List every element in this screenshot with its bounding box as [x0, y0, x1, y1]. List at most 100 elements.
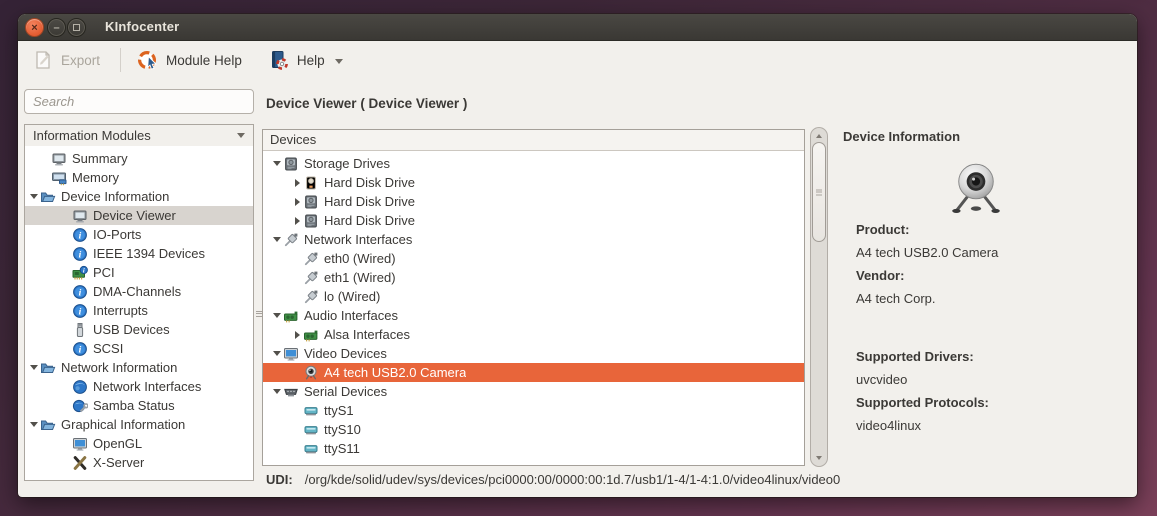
device-item-hard-disk-drive[interactable]: Hard Disk Drive [263, 192, 804, 211]
audio-card-icon [283, 308, 299, 324]
expander-closed-icon[interactable] [291, 198, 303, 206]
scroll-up-icon[interactable] [816, 134, 822, 138]
sidebar-item-device-information[interactable]: Device Information [25, 187, 253, 206]
device-item-label: A4 tech USB2.0 Camera [324, 365, 466, 380]
usb-icon [72, 322, 88, 338]
sidebar-item-summary[interactable]: Summary [25, 149, 253, 168]
pci-icon: i [72, 265, 88, 281]
sidebar-item-pci[interactable]: iPCI [25, 263, 253, 282]
device-item-item[interactable] [263, 458, 804, 463]
device-item-serial-devices[interactable]: Serial Devices [263, 382, 804, 401]
expander-open-icon[interactable] [271, 351, 283, 356]
expander-open-icon[interactable] [28, 422, 40, 427]
devices-column-header[interactable]: Devices [263, 130, 804, 151]
modules-dropdown[interactable]: Information Modules [24, 124, 254, 147]
device-item-label: eth0 (Wired) [324, 251, 396, 266]
device-item-lo-wired[interactable]: lo (Wired) [263, 287, 804, 306]
device-item-eth0-wired[interactable]: eth0 (Wired) [263, 249, 804, 268]
expander-closed-icon[interactable] [291, 217, 303, 225]
field-label-vendor: Vendor: [856, 264, 998, 287]
sidebar-item-memory[interactable]: Memory [25, 168, 253, 187]
device-item-label: Alsa Interfaces [324, 327, 410, 342]
expander-closed-icon[interactable] [291, 179, 303, 187]
sidebar-item-scsi[interactable]: iSCSI [25, 339, 253, 358]
sidebar-item-device-viewer[interactable]: Device Viewer [25, 206, 253, 225]
field-label-supported-protocols: Supported Protocols: [856, 391, 989, 414]
harddisk-icon [283, 156, 299, 172]
device-item-eth1-wired[interactable]: eth1 (Wired) [263, 268, 804, 287]
device-item-ttys10[interactable]: ttyS10 [263, 420, 804, 439]
webcam-icon [303, 365, 319, 381]
help-button[interactable]: Help [262, 45, 349, 75]
tty-icon [303, 422, 319, 438]
sidebar-item-label: DMA-Channels [93, 284, 181, 299]
device-item-network-interfaces[interactable]: Network Interfaces [263, 230, 804, 249]
export-button[interactable]: Export [26, 45, 106, 75]
device-item-a4-tech-usb2-0-camera[interactable]: A4 tech USB2.0 Camera [263, 363, 804, 382]
scrollbar-thumb[interactable] [812, 142, 826, 242]
close-button[interactable]: × [25, 18, 44, 37]
expander-open-icon[interactable] [28, 194, 40, 199]
expander-open-icon[interactable] [28, 365, 40, 370]
titlebar[interactable]: × – KInfocenter [18, 14, 1137, 41]
sidebar-item-network-interfaces[interactable]: Network Interfaces [25, 377, 253, 396]
scroll-down-icon[interactable] [816, 456, 822, 460]
maximize-button[interactable] [67, 18, 86, 37]
device-info-fields: Product:A4 tech USB2.0 CameraVendor:A4 t… [856, 218, 998, 310]
sidebar-item-samba-status[interactable]: Samba Status [25, 396, 253, 415]
device-item-storage-drives[interactable]: Storage Drives [263, 154, 804, 173]
xserver-icon [72, 455, 88, 471]
sidebar-item-ieee-1394-devices[interactable]: iIEEE 1394 Devices [25, 244, 253, 263]
computer-icon [51, 151, 67, 167]
harddisk-icon [303, 213, 319, 229]
device-item-label: Audio Interfaces [304, 308, 398, 323]
sidebar-item-opengl[interactable]: OpenGL [25, 434, 253, 453]
device-item-alsa-interfaces[interactable]: Alsa Interfaces [263, 325, 804, 344]
sidebar-item-x-server[interactable]: X-Server [25, 453, 253, 472]
svg-text:i: i [79, 345, 82, 355]
chevron-down-icon [237, 133, 245, 138]
modules-tree: Summary Memory Device Information Device Vi… [24, 146, 254, 481]
udi-statusbar: UDI: /org/kde/solid/udev/sys/devices/pci… [266, 472, 840, 487]
network-plug-icon [303, 289, 319, 305]
window-title: KInfocenter [105, 14, 179, 41]
minimize-button[interactable]: – [47, 18, 66, 37]
sidebar-item-interrupts[interactable]: iInterrupts [25, 301, 253, 320]
device-item-ttys11[interactable]: ttyS11 [263, 439, 804, 458]
expander-open-icon[interactable] [271, 389, 283, 394]
device-item-ttys1[interactable]: ttyS1 [263, 401, 804, 420]
maximize-icon [68, 19, 85, 36]
webcam-large-icon [948, 160, 1004, 218]
sidebar-item-io-ports[interactable]: iIO-Ports [25, 225, 253, 244]
module-help-button[interactable]: Module Help [131, 45, 248, 75]
device-item-audio-interfaces[interactable]: Audio Interfaces [263, 306, 804, 325]
vertical-scrollbar[interactable] [810, 127, 828, 467]
svg-text:i: i [83, 267, 85, 274]
device-item-hard-disk-drive[interactable]: Hard Disk Drive [263, 173, 804, 192]
serial-port-icon [283, 384, 299, 400]
computer-icon [72, 208, 88, 224]
export-document-icon [32, 49, 54, 71]
device-item-video-devices[interactable]: Video Devices [263, 344, 804, 363]
expander-open-icon[interactable] [271, 161, 283, 166]
sidebar-item-usb-devices[interactable]: USB Devices [25, 320, 253, 339]
splitter-handle[interactable] [256, 146, 261, 481]
field-label-supported-drivers: Supported Drivers: [856, 345, 989, 368]
info-panel-title: Device Information [843, 129, 960, 144]
sidebar-item-network-information[interactable]: Network Information [25, 358, 253, 377]
expander-open-icon[interactable] [271, 313, 283, 318]
sidebar-item-graphical-information[interactable]: Graphical Information [25, 415, 253, 434]
info-icon: i [72, 284, 88, 300]
expander-open-icon[interactable] [271, 237, 283, 242]
sidebar-item-dma-channels[interactable]: i DMA-Channels [25, 282, 253, 301]
device-item-label: ttyS1 [324, 403, 354, 418]
device-item-hard-disk-drive[interactable]: Hard Disk Drive [263, 211, 804, 230]
search-input[interactable] [24, 89, 254, 114]
expander-closed-icon[interactable] [291, 331, 303, 339]
device-item-label: Hard Disk Drive [324, 194, 415, 209]
module-help-icon [137, 49, 159, 71]
tty-icon [303, 460, 319, 464]
sidebar-item-label: Device Information [61, 189, 169, 204]
monitor-icon [283, 346, 299, 362]
sidebar-item-label: Summary [72, 151, 128, 166]
